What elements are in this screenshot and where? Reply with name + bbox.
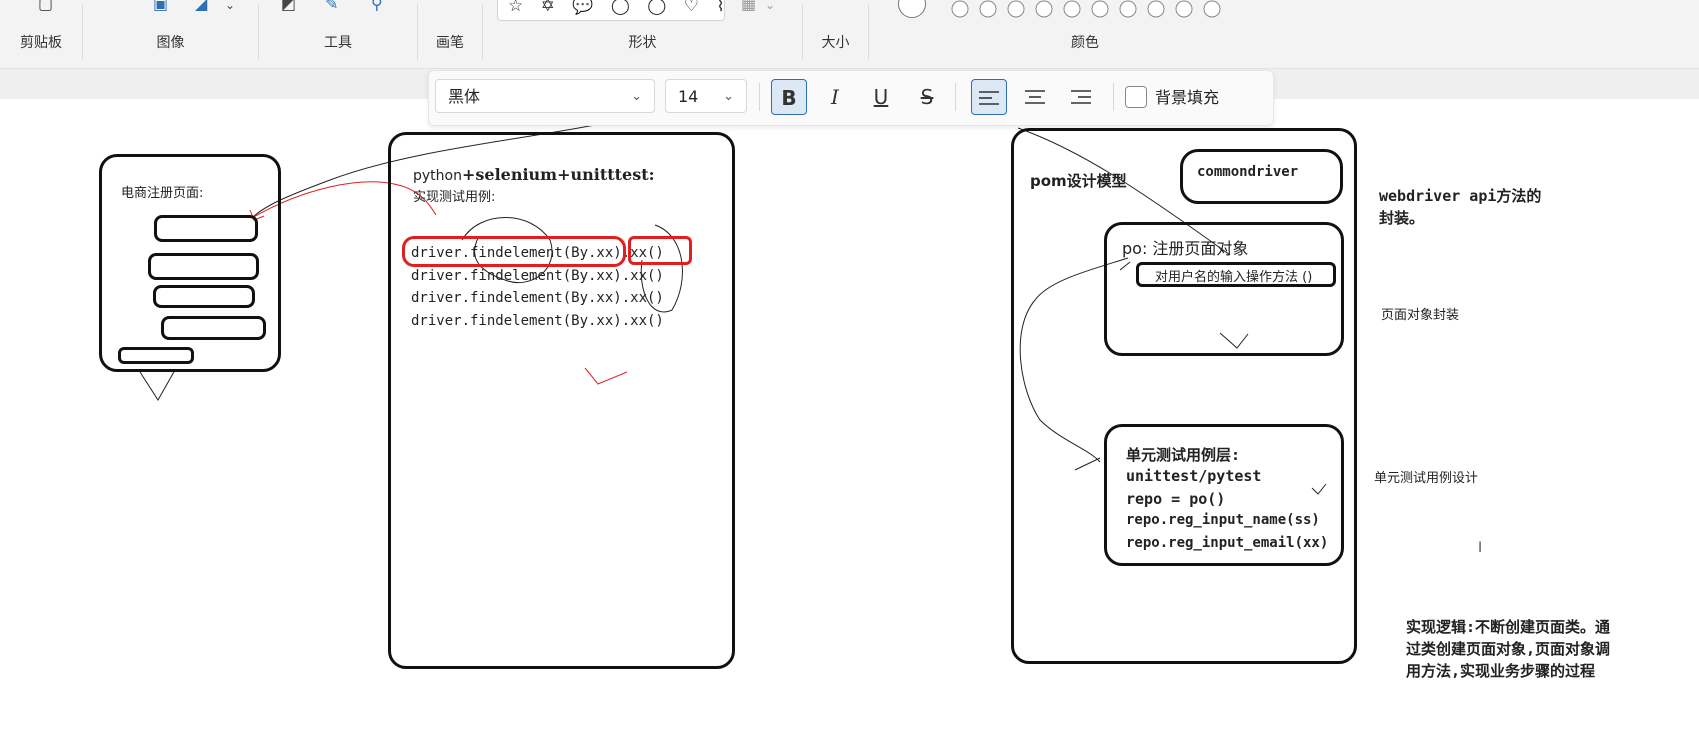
- unit-line: repo.reg_input_name(ss): [1126, 512, 1320, 528]
- font-family-value: 黑体: [448, 87, 481, 106]
- font-size-value: 14: [678, 87, 699, 106]
- form-field-box: [154, 215, 258, 242]
- form-field-box: [148, 253, 259, 280]
- code-line: driver.findelement(By.xx).xx(): [411, 313, 664, 329]
- background-fill-label[interactable]: 背景填充: [1155, 84, 1219, 108]
- divider: [1113, 83, 1114, 111]
- italic-button[interactable]: I: [817, 79, 853, 115]
- selenium-title: python+selenium+unitttest:: [413, 165, 655, 184]
- logic-note: 实现逻辑:不断创建页面类。通过类创建页面对象,页面对象调用方法,实现业务步骤的过…: [1406, 618, 1611, 680]
- divider: [955, 83, 956, 111]
- strikethrough-button[interactable]: S: [909, 79, 945, 115]
- code-line: driver.findelement(By.xx).xx(): [411, 268, 664, 284]
- chevron-down-icon: ⌄: [631, 89, 642, 104]
- align-right-button[interactable]: [1063, 79, 1099, 115]
- selenium-title-python: python: [413, 168, 462, 184]
- divider: [759, 83, 760, 111]
- check-stroke: [139, 369, 176, 401]
- unit-line: unittest/pytest: [1126, 467, 1262, 485]
- font-family-select[interactable]: 黑体 ⌄: [435, 79, 655, 113]
- align-left-icon: [979, 91, 999, 105]
- code-line: driver.findelement(By.xx).xx(): [411, 290, 664, 306]
- highlight-locator-box: [402, 236, 626, 267]
- form-field-box: [161, 316, 266, 340]
- unit-note: 单元测试用例设计: [1374, 471, 1479, 486]
- selenium-box: [388, 132, 735, 669]
- align-right-icon: [1071, 90, 1091, 104]
- webdriver-note: webdriver api方法的 封装。: [1379, 187, 1542, 227]
- text-format-toolbar: 黑体 ⌄ 14 ⌄ B I U S 背景填充: [428, 70, 1274, 126]
- chevron-down-icon: ⌄: [723, 89, 734, 104]
- unit-line: 单元测试用例层:: [1126, 446, 1241, 464]
- font-size-select[interactable]: 14 ⌄: [665, 79, 747, 113]
- submit-button-box: [118, 347, 194, 364]
- unit-line: repo = po(): [1126, 490, 1226, 508]
- highlight-action-box: [628, 236, 692, 265]
- registration-page-title: 电商注册页面:: [121, 186, 204, 201]
- pom-box: [1011, 128, 1357, 664]
- text-cursor-icon: Ⅰ: [1478, 540, 1483, 556]
- unit-line: repo.reg_input_email(xx): [1126, 535, 1329, 551]
- align-left-button[interactable]: [971, 79, 1007, 115]
- commondriver-label: commondriver: [1197, 164, 1299, 180]
- align-center-button[interactable]: [1017, 79, 1053, 115]
- page-object-note: 页面对象封装: [1381, 308, 1460, 323]
- form-field-box: [153, 285, 255, 308]
- underline-button[interactable]: U: [863, 79, 899, 115]
- pom-title: pom设计模型: [1030, 172, 1127, 190]
- background-fill-checkbox[interactable]: [1125, 86, 1147, 108]
- po-method-label: 对用户名的输入操作方法 (): [1155, 270, 1313, 285]
- selenium-title-rest: +selenium+unitttest:: [461, 165, 655, 184]
- align-center-icon: [1025, 90, 1045, 104]
- bold-button[interactable]: B: [771, 79, 807, 115]
- page-object-title: po: 注册页面对象: [1122, 239, 1249, 258]
- selenium-subtitle: 实现测试用例:: [413, 190, 496, 205]
